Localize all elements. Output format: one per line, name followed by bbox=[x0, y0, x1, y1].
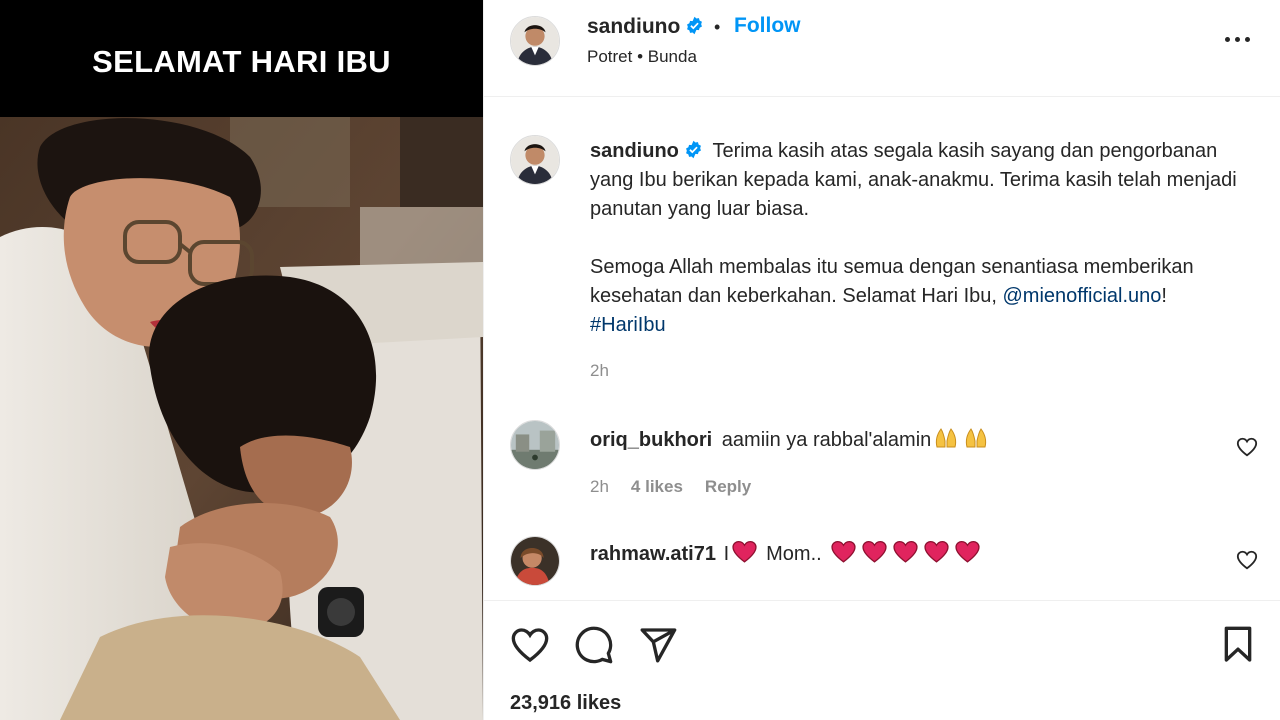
post-likes-count[interactable]: 23,916 likes bbox=[510, 692, 621, 715]
heart-emoji-icon bbox=[924, 540, 949, 563]
post-details-pane: sandiuno • Follow Potret • Bunda sandiun… bbox=[484, 0, 1280, 720]
comment-text-suffix: Mom.. bbox=[766, 543, 822, 565]
comment-text: aamiin ya rabbal'alamin bbox=[721, 429, 932, 451]
more-options-icon[interactable] bbox=[1222, 28, 1254, 48]
avatar-photo bbox=[511, 17, 559, 65]
mother-son-photo bbox=[0, 117, 483, 720]
comment-likes-count[interactable]: 4 likes bbox=[631, 477, 683, 496]
post-action-bar: 23,916 likes bbox=[484, 600, 1280, 720]
comment-timestamp[interactable]: 2h bbox=[590, 477, 609, 496]
verified-badge-icon bbox=[687, 16, 703, 35]
comment-username[interactable]: rahmaw.ati71 bbox=[590, 543, 716, 565]
heart-icon[interactable] bbox=[510, 625, 550, 665]
heart-emoji-icon bbox=[732, 540, 757, 563]
caption-mention-link[interactable]: @mienofficial.uno bbox=[1002, 285, 1161, 307]
avatar-photo bbox=[511, 421, 559, 469]
post-caption: sandiuno Terima kasih atas segala kasih … bbox=[590, 137, 1250, 369]
caption-paragraph-1: sandiuno Terima kasih atas segala kasih … bbox=[590, 137, 1250, 224]
follow-button[interactable]: Follow bbox=[734, 14, 801, 38]
author-username-text: sandiuno bbox=[587, 15, 681, 38]
avatar-photo bbox=[511, 537, 559, 585]
comment-reply-button[interactable]: Reply bbox=[705, 477, 751, 496]
header-separator: • bbox=[714, 17, 721, 37]
caption-username[interactable]: sandiuno bbox=[590, 140, 679, 162]
author-username[interactable]: sandiuno bbox=[587, 15, 704, 39]
send-icon[interactable] bbox=[638, 625, 678, 665]
heart-emoji-icon bbox=[893, 540, 918, 563]
caption-paragraph-2: Semoga Allah membalas itu semua dengan s… bbox=[590, 253, 1250, 340]
folded-hands-emoji-icon bbox=[936, 428, 957, 448]
avatar-photo bbox=[511, 136, 559, 184]
comment-like-heart-icon[interactable] bbox=[1236, 436, 1258, 458]
post-photo[interactable]: SELAMAT HARI IBU bbox=[0, 0, 483, 720]
heart-emoji-icon bbox=[831, 540, 856, 563]
folded-hands-emoji-icon bbox=[966, 428, 987, 448]
post-header: sandiuno • Follow Potret • Bunda bbox=[484, 0, 1280, 97]
bookmark-icon[interactable] bbox=[1218, 625, 1258, 665]
comment-body: rahmaw.ati71 I Mom.. bbox=[590, 540, 983, 566]
caption-author-avatar[interactable] bbox=[510, 135, 560, 185]
photo-banner: SELAMAT HARI IBU bbox=[0, 0, 483, 117]
comment-username[interactable]: oriq_bukhori bbox=[590, 429, 712, 451]
heart-emoji-icon bbox=[955, 540, 980, 563]
caption-timestamp[interactable]: 2h bbox=[590, 361, 609, 381]
commenter-avatar[interactable] bbox=[510, 420, 560, 470]
comment-body: oriq_bukhori aamiin ya rabbal'alamin bbox=[590, 427, 988, 452]
caption-hashtag-link[interactable]: #HariIbu bbox=[590, 314, 666, 336]
comment-text-prefix: I bbox=[723, 543, 730, 565]
photo-banner-text: SELAMAT HARI IBU bbox=[92, 43, 391, 79]
comment-meta: 2h 4 likes Reply bbox=[590, 477, 773, 497]
heart-emoji-icon bbox=[862, 540, 887, 563]
comment-icon[interactable] bbox=[574, 625, 614, 665]
caption-text-2-end: ! bbox=[1161, 285, 1167, 307]
author-avatar[interactable] bbox=[510, 16, 560, 66]
verified-badge-icon bbox=[685, 140, 701, 159]
comment-like-heart-icon[interactable] bbox=[1236, 549, 1258, 571]
post-location[interactable]: Potret • Bunda bbox=[587, 47, 697, 67]
commenter-avatar[interactable] bbox=[510, 536, 560, 586]
